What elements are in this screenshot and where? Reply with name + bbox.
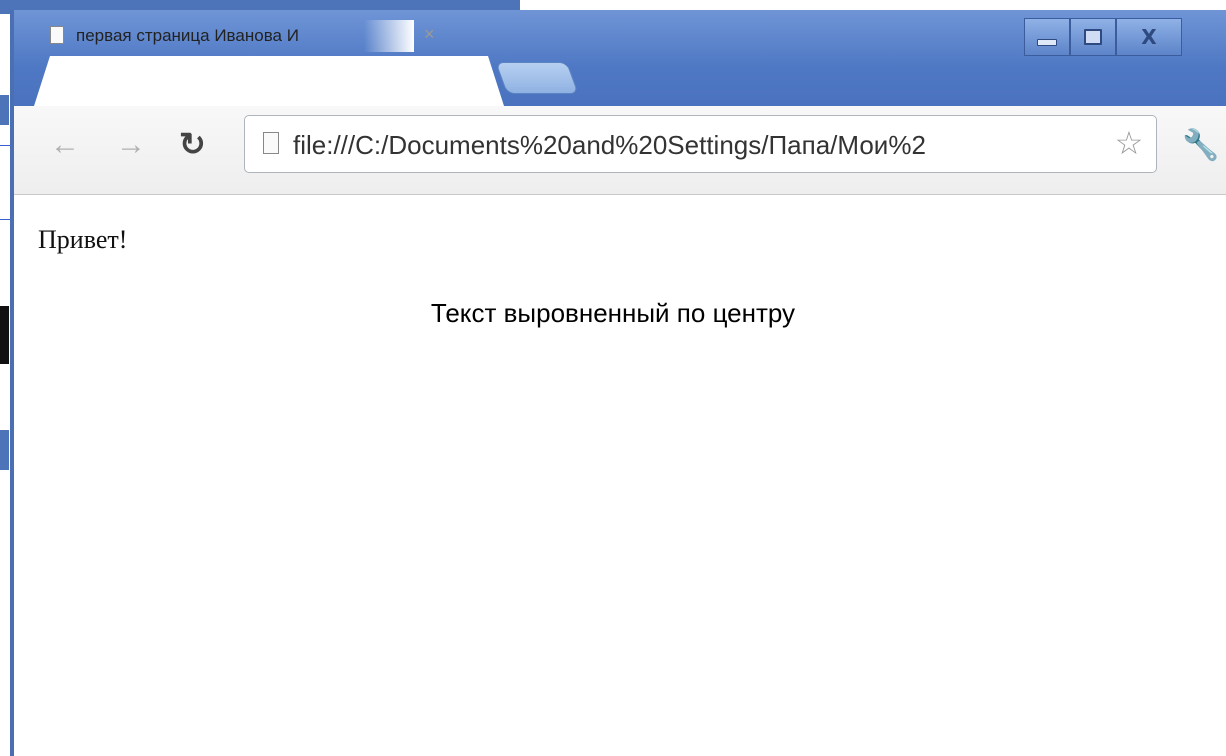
tab-title: первая страница Иванова И [76, 26, 299, 45]
new-tab-button[interactable] [495, 62, 579, 94]
reload-icon[interactable]: ↻ [179, 125, 206, 163]
browser-window: X первая страница Иванова И × ← → ↻ file… [10, 10, 1226, 756]
maximize-button[interactable] [1070, 18, 1116, 56]
forward-arrow-icon[interactable]: → [116, 128, 146, 162]
background-window-edge [0, 430, 9, 470]
page-icon [50, 26, 64, 44]
star-icon[interactable]: ☆ [1108, 124, 1150, 162]
greeting-text: Привет! [38, 225, 128, 254]
tab-title-fade [364, 20, 414, 52]
wrench-icon[interactable]: 🔧 [1182, 128, 1219, 163]
minimize-icon [1037, 38, 1057, 46]
address-bar[interactable]: file:///C:/Documents%20and%20Settings/Па… [244, 115, 1157, 173]
centered-text: Текст выровненный по центру [430, 298, 796, 328]
address-url[interactable]: file:///C:/Documents%20and%20Settings/Па… [293, 130, 926, 161]
page-icon [263, 132, 279, 154]
browser-tab[interactable] [34, 56, 504, 106]
tab-close-icon[interactable]: × [424, 24, 435, 45]
background-window-edge [0, 95, 9, 125]
minimize-button[interactable] [1024, 18, 1070, 56]
maximize-icon [1084, 29, 1102, 45]
close-window-button[interactable]: X [1116, 18, 1182, 56]
back-arrow-icon[interactable]: ← [50, 128, 80, 162]
page-content: Привет! [14, 195, 1226, 756]
url-fade [1076, 120, 1106, 168]
close-icon: X [1141, 25, 1157, 49]
window-controls: X [1024, 18, 1182, 56]
